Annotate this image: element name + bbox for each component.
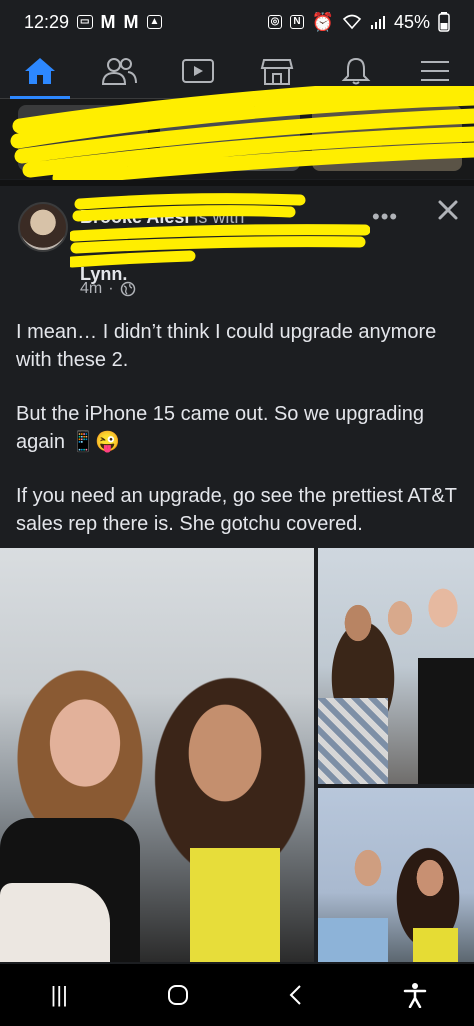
photo-main[interactable] — [0, 548, 314, 962]
gallery-icon: ▲ — [146, 15, 163, 29]
photo-detail — [318, 918, 388, 962]
photo-top-right[interactable] — [318, 548, 474, 784]
recent-apps-button[interactable]: ||| — [29, 970, 89, 1020]
status-left: 12:29 ▭ M M ▲ — [24, 11, 163, 33]
post-body: I mean… I didn’t think I could upgrade a… — [16, 318, 460, 564]
post-paragraph: I mean… I didn’t think I could upgrade a… — [16, 321, 437, 371]
accessibility-icon — [403, 983, 426, 1008]
bell-icon — [341, 57, 370, 85]
battery-icon — [438, 12, 450, 32]
video-icon — [181, 59, 214, 83]
home-button[interactable] — [148, 970, 208, 1020]
photo-detail — [318, 698, 388, 784]
alarm-icon: ⏰ — [311, 11, 334, 32]
home-icon — [24, 58, 55, 84]
accessibility-button[interactable] — [385, 970, 445, 1020]
redaction-scribble — [10, 86, 474, 186]
photo-detail — [0, 883, 110, 962]
redaction-scribble — [70, 193, 370, 268]
close-icon — [438, 200, 458, 220]
post-header: Brooke Alesi is with Lynn. 4m · ••• — [0, 192, 474, 302]
meta-dot: · — [108, 280, 114, 297]
back-button[interactable] — [266, 970, 326, 1020]
avatar[interactable] — [18, 202, 68, 252]
gmail-icon: M — [123, 11, 139, 32]
home-circle-icon — [167, 985, 188, 1005]
globe-icon — [120, 281, 135, 297]
photo-detail — [413, 928, 458, 962]
post-meta: 4m · — [80, 280, 136, 298]
gmail-icon: M — [100, 11, 116, 32]
photo-bottom-right[interactable] — [318, 788, 474, 962]
status-time: 12:29 — [24, 11, 70, 32]
nfc-icon: ◎ — [267, 15, 283, 29]
hamburger-icon — [420, 61, 449, 81]
cast-icon: ▭ — [77, 15, 93, 29]
photo-grid — [0, 548, 474, 962]
marketplace-icon — [260, 59, 293, 85]
close-button[interactable] — [432, 194, 464, 231]
wifi-icon — [342, 14, 362, 30]
friends-icon — [101, 58, 137, 85]
status-bar: 12:29 ▭ M M ▲ ◎ N ⏰ 45% — [0, 0, 474, 44]
n-icon: N — [290, 15, 304, 29]
post-paragraph: But the iPhone 15 came out. So we upgrad… — [16, 403, 425, 453]
status-right: ◎ N ⏰ 45% — [267, 11, 450, 33]
photo-detail — [418, 658, 474, 784]
post-time[interactable]: 4m — [80, 280, 102, 298]
recent-apps-icon: ||| — [50, 982, 68, 1007]
battery-text: 45% — [393, 11, 430, 32]
more-options-button[interactable]: ••• — [372, 204, 398, 230]
post-separator — [0, 180, 474, 186]
android-nav-bar: ||| — [0, 964, 474, 1026]
post-paragraph: If you need an upgrade, go see the prett… — [16, 485, 457, 535]
back-icon — [289, 985, 301, 1005]
photo-detail — [190, 848, 280, 962]
signal-icon — [370, 16, 385, 29]
